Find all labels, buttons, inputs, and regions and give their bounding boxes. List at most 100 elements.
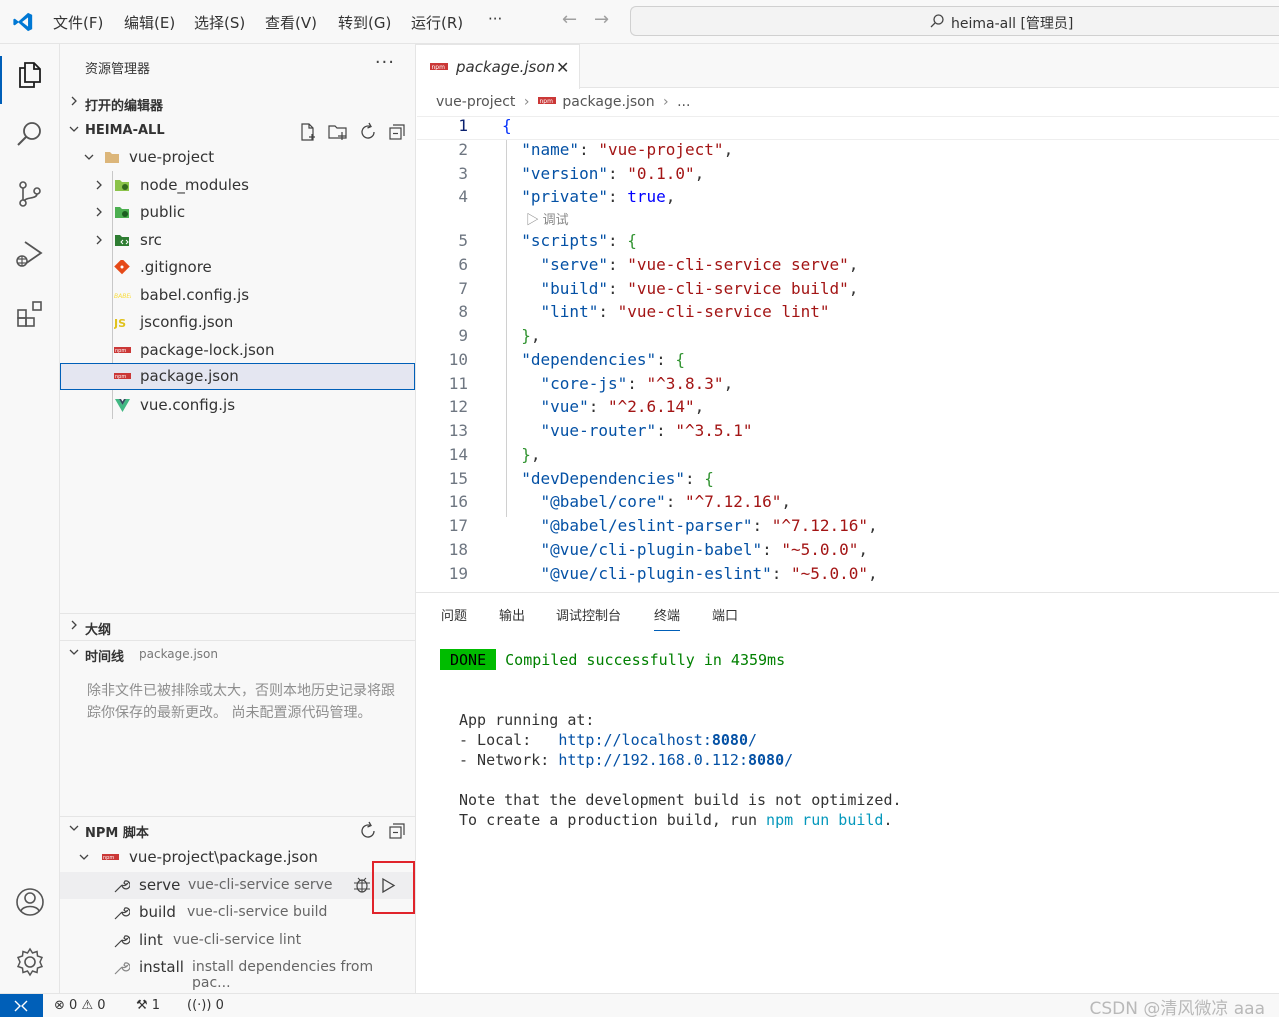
debug-script-icon[interactable] xyxy=(352,876,372,895)
tab-ports[interactable]: 端口 xyxy=(712,605,738,624)
line-number: 18 xyxy=(448,540,468,559)
git-file-icon xyxy=(114,260,130,275)
more-actions-button[interactable]: ··· xyxy=(375,52,395,73)
line-number: 13 xyxy=(448,421,468,440)
chevron-right-icon xyxy=(71,620,77,630)
npm-script-install[interactable]: install install dependencies from pac... xyxy=(60,954,415,991)
run-debug-icon[interactable] xyxy=(14,238,46,270)
new-folder-icon[interactable] xyxy=(327,122,349,142)
tree-item-node-modules[interactable]: node_modules xyxy=(60,172,415,199)
menu-selection[interactable]: 选择(S) xyxy=(194,12,245,33)
code-line: "name": "vue-project", xyxy=(521,140,734,159)
outline-section[interactable]: 大纲 xyxy=(60,613,415,639)
menu-edit[interactable]: 编辑(E) xyxy=(124,12,175,33)
url-text: http://192.168.0.112: xyxy=(558,751,748,769)
tab-package-json[interactable]: npm package.json ✕ xyxy=(416,44,580,89)
npm-script-build[interactable]: build vue-cli-service build xyxy=(60,899,415,926)
tree-item-jsconfig[interactable]: JS jsconfig.json xyxy=(60,309,415,336)
tab-terminal[interactable]: 终端 xyxy=(654,605,681,631)
status-bar: ⊗ 0 ⚠ 0 ⚒ 1 ((·)) 0 xyxy=(0,993,1279,1017)
refresh-icon[interactable] xyxy=(358,122,378,142)
tab-problems[interactable]: 问题 xyxy=(441,605,467,624)
collapse-all-icon[interactable] xyxy=(387,122,407,142)
timeline-section[interactable]: 时间线 package.json xyxy=(60,640,415,666)
npm-file-icon: npm xyxy=(537,97,556,105)
debug-codelens[interactable]: ▷ 调试 xyxy=(526,209,569,228)
menu-run[interactable]: 运行(R) xyxy=(411,12,463,33)
npm-script-lint[interactable]: lint vue-cli-service lint xyxy=(60,927,415,954)
line-number: 8 xyxy=(458,302,468,321)
timeline-message: 除非文件已被排除或太大，否则本地历史记录将跟踪你保存的最新更改。 尚未配置源代码… xyxy=(87,683,395,721)
code-line: "@babel/core": "^7.12.16", xyxy=(540,492,791,511)
remote-indicator[interactable] xyxy=(0,994,43,1017)
error-count: 0 xyxy=(69,998,78,1013)
explorer-icon[interactable] xyxy=(14,58,46,90)
tools-indicator[interactable]: ⚒ 1 xyxy=(136,998,160,1013)
menu-go[interactable]: 转到(G) xyxy=(338,12,391,33)
tree-item-vue-config[interactable]: vue.config.js xyxy=(60,392,415,419)
tree-item-vue-project[interactable]: vue-project xyxy=(60,144,415,171)
code-line: }, xyxy=(521,445,541,464)
src-folder-icon xyxy=(115,235,129,246)
npm-scripts-section[interactable]: NPM 脚本 xyxy=(60,816,415,842)
menu-file[interactable]: 文件(F) xyxy=(53,12,103,33)
tree-item-label: public xyxy=(140,203,186,221)
search-icon[interactable] xyxy=(14,118,46,150)
tree-item-babel-config[interactable]: BABEL babel.config.js xyxy=(60,282,415,309)
extensions-icon[interactable] xyxy=(14,298,46,330)
url-text: / xyxy=(784,751,794,769)
chevron-right-icon: › xyxy=(663,94,669,110)
title-bar: 文件(F) 编辑(E) 选择(S) 查看(V) 转到(G) 运行(R) ··· … xyxy=(0,0,1279,44)
close-icon[interactable]: ✕ xyxy=(556,58,569,77)
refresh-icon[interactable] xyxy=(358,821,378,841)
source-control-icon[interactable] xyxy=(14,178,46,210)
breadcrumb-item[interactable]: ... xyxy=(677,94,690,110)
chevron-down-icon xyxy=(79,854,89,860)
done-badge: DONE xyxy=(440,649,497,670)
menu-more[interactable]: ··· xyxy=(488,10,502,28)
workspace-section[interactable]: HEIMA-ALL xyxy=(60,118,415,144)
line-number: 2 xyxy=(458,140,468,159)
breadcrumb-item[interactable]: package.json xyxy=(562,94,654,110)
svg-text:npm: npm xyxy=(115,348,126,354)
breadcrumb-item[interactable]: vue-project xyxy=(436,94,515,110)
section-label: 大纲 xyxy=(85,623,112,638)
settings-gear-icon[interactable] xyxy=(14,946,46,978)
tree-item-package-lock[interactable]: npm package-lock.json xyxy=(60,337,415,364)
npm-root-item[interactable]: npm vue-project\package.json xyxy=(60,844,415,871)
new-file-icon[interactable] xyxy=(298,122,318,142)
breadcrumb: vue-project › npm package.json › ... xyxy=(436,94,690,114)
tree-item-public[interactable]: public xyxy=(60,199,415,226)
wrench-icon xyxy=(114,962,130,975)
line-number: 10 xyxy=(448,350,468,369)
account-icon[interactable] xyxy=(14,886,46,918)
chevron-right-icon: › xyxy=(523,94,530,110)
compile-status: Compiled successfully in 4359ms xyxy=(505,651,786,669)
tree-item-package-json[interactable]: npm package.json xyxy=(60,363,415,390)
tree-item-src[interactable]: src xyxy=(60,227,415,254)
svg-text:npm: npm xyxy=(115,374,126,380)
ports-indicator[interactable]: ((·)) 0 xyxy=(187,998,224,1013)
explorer-sidebar: 资源管理器 ··· 打开的编辑器 HEIMA-ALL vue-project n… xyxy=(60,44,416,993)
npm-file-icon: npm xyxy=(114,347,131,354)
tree-item-gitignore[interactable]: .gitignore xyxy=(60,254,415,281)
terminal-text: - Network: xyxy=(459,751,559,769)
section-label: 时间线 xyxy=(85,650,125,665)
errors-indicator[interactable]: ⊗ 0 ⚠ 0 xyxy=(54,998,106,1013)
code-line: "@vue/cli-plugin-babel": "~5.0.0", xyxy=(540,540,869,559)
tab-debug-console[interactable]: 调试控制台 xyxy=(556,605,621,624)
terminal-line: - Network: http://192.168.0.112:8080/ xyxy=(459,751,793,769)
menu-view[interactable]: 查看(V) xyxy=(265,12,317,33)
open-editors-section[interactable]: 打开的编辑器 xyxy=(60,90,415,116)
tree-item-label: .gitignore xyxy=(140,258,212,276)
tree-item-label: node_modules xyxy=(140,176,249,194)
chevron-down-icon xyxy=(69,825,79,831)
tab-output[interactable]: 输出 xyxy=(499,605,525,624)
network-url[interactable]: http://192.168.0.112:8080/ xyxy=(558,751,793,769)
command-center-search[interactable]: heima-all [管理员] xyxy=(630,6,1279,36)
local-url[interactable]: http://localhost:8080/ xyxy=(558,731,757,749)
npm-script-serve[interactable]: serve vue-cli-service serve xyxy=(60,872,415,899)
forward-arrow-icon[interactable]: → xyxy=(594,9,609,30)
collapse-all-icon[interactable] xyxy=(387,821,407,841)
back-arrow-icon[interactable]: ← xyxy=(562,9,577,30)
